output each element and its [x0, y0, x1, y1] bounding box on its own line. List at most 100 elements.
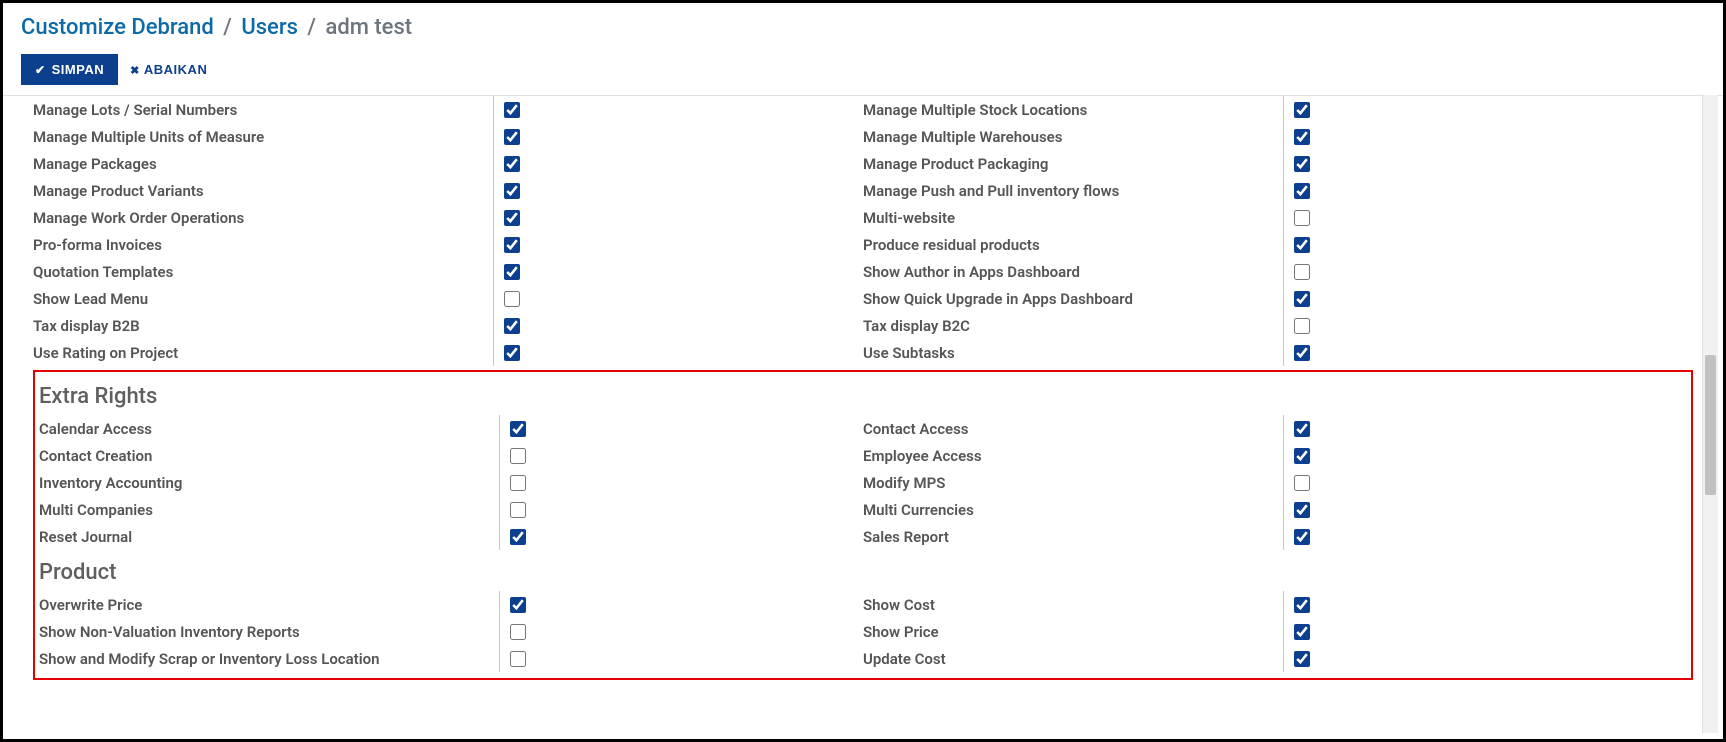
field-row: Manage Product Packaging: [863, 150, 1693, 177]
field-label: Use Subtasks: [863, 344, 1283, 362]
field-control: [1283, 204, 1310, 231]
permission-checkbox[interactable]: [1294, 529, 1310, 545]
permission-checkbox[interactable]: [504, 291, 520, 307]
permission-checkbox[interactable]: [1294, 502, 1310, 518]
breadcrumb-root-link[interactable]: Customize Debrand: [21, 15, 214, 40]
field-row: Show Price: [863, 618, 1687, 645]
section-title-extra-rights: Extra Rights: [39, 384, 1687, 409]
field-label: Tax display B2C: [863, 317, 1283, 335]
breadcrumb-parent-link[interactable]: Users: [241, 15, 298, 40]
field-label: Manage Multiple Warehouses: [863, 128, 1283, 146]
field-row: Calendar Access: [39, 415, 863, 442]
permission-checkbox[interactable]: [1294, 291, 1310, 307]
permission-checkbox[interactable]: [1294, 102, 1310, 118]
permission-checkbox[interactable]: [504, 237, 520, 253]
permission-checkbox[interactable]: [510, 448, 526, 464]
breadcrumb-sep: /: [307, 15, 316, 40]
field-label: Contact Access: [863, 420, 1283, 438]
permission-checkbox[interactable]: [1294, 448, 1310, 464]
section-title-product: Product: [39, 560, 1687, 585]
permission-checkbox[interactable]: [1294, 318, 1310, 334]
field-row: Multi-website: [863, 204, 1693, 231]
permission-checkbox[interactable]: [510, 421, 526, 437]
permission-checkbox[interactable]: [504, 210, 520, 226]
field-row: Employee Access: [863, 442, 1687, 469]
field-label: Inventory Accounting: [39, 474, 499, 492]
field-control: [499, 591, 526, 618]
field-label: Overwrite Price: [39, 596, 499, 614]
field-row: Use Rating on Project: [33, 339, 863, 366]
field-control: [493, 231, 520, 258]
discard-button-label: ABAIKAN: [144, 62, 207, 77]
permission-checkbox[interactable]: [510, 624, 526, 640]
permission-checkbox[interactable]: [510, 502, 526, 518]
field-control: [1283, 496, 1310, 523]
permission-checkbox[interactable]: [504, 102, 520, 118]
permission-checkbox[interactable]: [510, 597, 526, 613]
permission-checkbox[interactable]: [1294, 129, 1310, 145]
field-label: Contact Creation: [39, 447, 499, 465]
field-label: Manage Work Order Operations: [33, 209, 493, 227]
vertical-scrollbar[interactable]: [1702, 95, 1718, 733]
permission-checkbox[interactable]: [504, 129, 520, 145]
field-label: Tax display B2B: [33, 317, 493, 335]
field-label: Calendar Access: [39, 420, 499, 438]
field-row: Overwrite Price: [39, 591, 863, 618]
field-control: [1283, 591, 1310, 618]
field-control: [493, 312, 520, 339]
section-product: Overwrite Price Show Non-Valuation Invent…: [39, 591, 1687, 672]
permission-checkbox[interactable]: [1294, 210, 1310, 226]
permission-checkbox[interactable]: [1294, 475, 1310, 491]
scrollbar-thumb[interactable]: [1705, 355, 1716, 495]
permission-checkbox[interactable]: [504, 183, 520, 199]
permission-checkbox[interactable]: [510, 529, 526, 545]
discard-button[interactable]: ABAIKAN: [130, 62, 207, 77]
field-row: Inventory Accounting: [39, 469, 863, 496]
field-row: Update Cost: [863, 645, 1687, 672]
form-sheet: Manage Lots / Serial NumbersManage Multi…: [13, 96, 1713, 680]
field-control: [1283, 442, 1310, 469]
field-control: [1283, 469, 1310, 496]
field-label: Manage Product Packaging: [863, 155, 1283, 173]
permission-checkbox[interactable]: [504, 345, 520, 361]
permission-checkbox[interactable]: [504, 156, 520, 172]
permission-checkbox[interactable]: [1294, 421, 1310, 437]
permission-checkbox[interactable]: [1294, 597, 1310, 613]
field-control: [493, 123, 520, 150]
field-row: Reset Journal: [39, 523, 863, 550]
permission-checkbox[interactable]: [1294, 156, 1310, 172]
permission-checkbox[interactable]: [1294, 237, 1310, 253]
field-control: [499, 442, 526, 469]
field-control: [1283, 618, 1310, 645]
save-button-label: SIMPAN: [52, 62, 105, 77]
field-row: Sales Report: [863, 523, 1687, 550]
permission-checkbox[interactable]: [510, 475, 526, 491]
field-label: Show Price: [863, 623, 1283, 641]
field-row: Manage Packages: [33, 150, 863, 177]
permission-checkbox[interactable]: [510, 651, 526, 667]
permission-checkbox[interactable]: [504, 264, 520, 280]
permission-checkbox[interactable]: [1294, 264, 1310, 280]
close-icon: [130, 62, 140, 77]
field-label: Sales Report: [863, 528, 1283, 546]
field-label: Employee Access: [863, 447, 1283, 465]
save-button[interactable]: SIMPAN: [21, 54, 118, 85]
field-control: [493, 150, 520, 177]
permission-checkbox[interactable]: [1294, 183, 1310, 199]
field-row: Show Non-Valuation Inventory Reports: [39, 618, 863, 645]
permission-checkbox[interactable]: [1294, 624, 1310, 640]
field-label: Show Cost: [863, 596, 1283, 614]
field-label: Use Rating on Project: [33, 344, 493, 362]
permission-checkbox[interactable]: [504, 318, 520, 334]
section-product-left: Overwrite Price Show Non-Valuation Invent…: [39, 591, 863, 672]
permission-checkbox[interactable]: [1294, 345, 1310, 361]
highlight-box: Extra Rights Calendar Access Contact Crea…: [33, 370, 1693, 680]
field-control: [499, 496, 526, 523]
field-row: Manage Product Variants: [33, 177, 863, 204]
field-control: [1283, 312, 1310, 339]
permission-checkbox[interactable]: [1294, 651, 1310, 667]
field-row: Show Author in Apps Dashboard: [863, 258, 1693, 285]
field-label: Show Quick Upgrade in Apps Dashboard: [863, 290, 1283, 308]
field-control: [499, 523, 526, 550]
field-control: [499, 469, 526, 496]
